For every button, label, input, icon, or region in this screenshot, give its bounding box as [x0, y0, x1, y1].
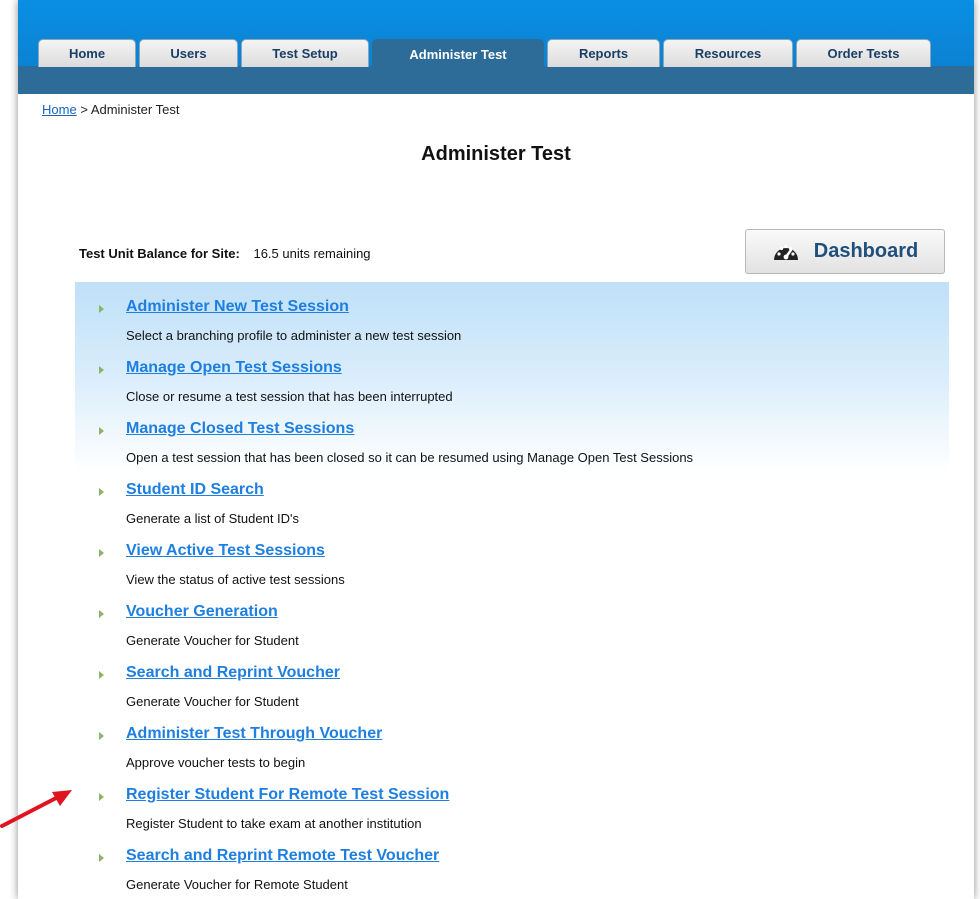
menu-description: Close or resume a test session that has …	[126, 389, 453, 404]
breadcrumb: Home > Administer Test	[42, 102, 179, 117]
menu-description: Generate Voucher for Student	[126, 633, 299, 648]
tab-users[interactable]: Users	[139, 39, 238, 67]
menu-link-manage-closed-test-sessions[interactable]: Manage Closed Test Sessions	[126, 420, 354, 438]
header-bar: Home Users Test Setup Administer Test Re…	[18, 0, 974, 94]
admin-menu: Administer New Test Session Select a bra…	[75, 282, 949, 899]
bullet-icon	[99, 793, 104, 801]
bullet-icon	[99, 305, 104, 313]
menu-link-voucher-generation[interactable]: Voucher Generation	[126, 603, 278, 621]
nav-band	[18, 66, 974, 94]
page-frame: Home Users Test Setup Administer Test Re…	[18, 0, 974, 899]
tab-order-tests[interactable]: Order Tests	[796, 39, 931, 67]
menu-description: Generate Voucher for Remote Student	[126, 877, 348, 892]
menu-link-student-id-search[interactable]: Student ID Search	[126, 481, 264, 499]
breadcrumb-home-link[interactable]: Home	[42, 102, 77, 117]
menu-description: Generate a list of Student ID's	[126, 511, 300, 526]
bullet-icon	[99, 854, 104, 862]
bullet-icon	[99, 732, 104, 740]
menu-link-search-and-reprint-remote-test-voucher[interactable]: Search and Reprint Remote Test Voucher	[126, 847, 439, 865]
menu-link-register-student-for-remote-test-session[interactable]: Register Student For Remote Test Session	[126, 786, 449, 804]
menu-description: Generate Voucher for Student	[126, 694, 299, 709]
bullet-icon	[99, 366, 104, 374]
menu-link-administer-new-test-session[interactable]: Administer New Test Session	[126, 298, 349, 316]
tab-administer-test[interactable]: Administer Test	[372, 39, 544, 68]
bullet-icon	[99, 610, 104, 618]
speedometer-icon	[773, 244, 798, 260]
menu-link-manage-open-test-sessions[interactable]: Manage Open Test Sessions	[126, 359, 342, 377]
unit-balance-label: Test Unit Balance for Site:	[79, 246, 240, 261]
dashboard-button-label: Dashboard	[813, 240, 919, 262]
unit-balance: Test Unit Balance for Site: 16.5 units r…	[79, 246, 371, 261]
menu-link-search-and-reprint-voucher[interactable]: Search and Reprint Voucher	[126, 664, 340, 682]
page-title: Administer Test	[421, 143, 571, 165]
breadcrumb-current: Administer Test	[90, 102, 180, 117]
tab-resources[interactable]: Resources	[663, 39, 793, 67]
menu-description: View the status of active test sessions	[126, 572, 345, 587]
tab-reports[interactable]: Reports	[547, 39, 660, 67]
tab-home[interactable]: Home	[38, 39, 136, 67]
menu-link-administer-test-through-voucher[interactable]: Administer Test Through Voucher	[126, 725, 382, 743]
bullet-icon	[99, 427, 104, 435]
menu-description: Register Student to take exam at another…	[126, 816, 422, 831]
bullet-icon	[99, 488, 104, 496]
menu-link-view-active-test-sessions[interactable]: View Active Test Sessions	[126, 542, 325, 560]
breadcrumb-separator: >	[80, 102, 88, 117]
red-arrow-annotation-icon	[0, 790, 72, 828]
unit-balance-value: 16.5 units remaining	[253, 246, 371, 261]
bullet-icon	[99, 671, 104, 679]
menu-description: Approve voucher tests to begin	[126, 755, 306, 770]
bullet-icon	[99, 549, 104, 557]
dashboard-button[interactable]: Dashboard	[745, 229, 945, 274]
tab-test-setup[interactable]: Test Setup	[241, 39, 369, 67]
menu-description: Select a branching profile to administer…	[126, 328, 462, 343]
menu-description: Open a test session that has been closed…	[126, 450, 694, 465]
